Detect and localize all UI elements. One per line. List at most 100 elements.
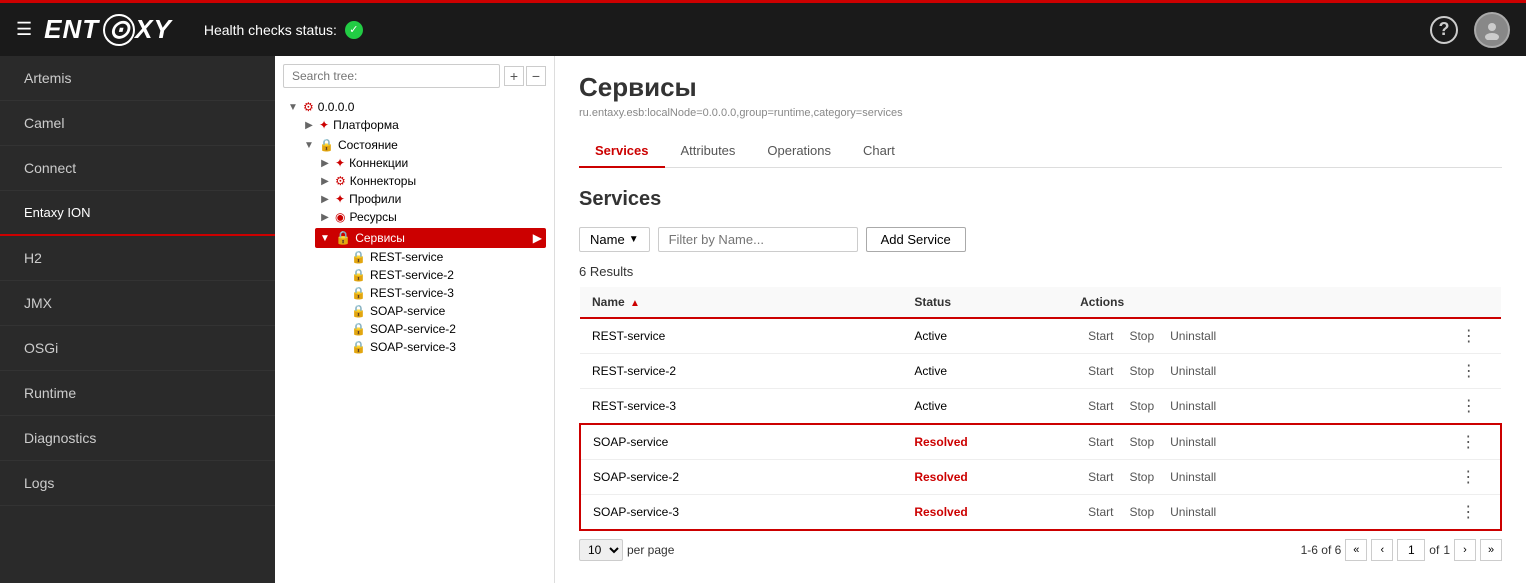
cell-more: ⋮ (1437, 424, 1502, 460)
sidebar-item-camel[interactable]: Camel (0, 101, 275, 146)
cell-status: Resolved (902, 495, 1068, 531)
action-start-button[interactable]: Start (1080, 327, 1121, 345)
more-icon[interactable]: ⋮ (1461, 363, 1477, 380)
more-icon[interactable]: ⋮ (1461, 328, 1477, 345)
table-row: REST-serviceActiveStartStopUninstall⋮ (580, 318, 1501, 354)
cell-name: SOAP-service-3 (580, 495, 902, 531)
action-uninstall-button[interactable]: Uninstall (1162, 362, 1224, 380)
tree-soap-service[interactable]: 🔒 SOAP-service (331, 302, 546, 320)
tree-root-chevron: ▼ (287, 102, 299, 113)
sidebar-item-logs[interactable]: Logs (0, 461, 275, 506)
col-status: Status (902, 287, 1068, 318)
cell-status: Resolved (902, 424, 1068, 460)
tab-services[interactable]: Services (579, 135, 665, 168)
tree-resursy-label: Ресурсы (349, 210, 396, 224)
health-checks: Health checks status: ✓ (204, 21, 363, 39)
tab-operations[interactable]: Operations (751, 135, 847, 168)
tree-resursy-chevron: ▶ (319, 212, 331, 223)
tree-sostoyanie-row[interactable]: ▼ 🔒 Состояние (299, 136, 546, 154)
action-start-button[interactable]: Start (1080, 503, 1121, 521)
sidebar-item-runtime[interactable]: Runtime (0, 371, 275, 416)
tree-search-bar: + − (283, 64, 546, 88)
table-row: REST-service-3ActiveStartStopUninstall⋮ (580, 389, 1501, 425)
tree-rest-service[interactable]: 🔒 REST-service (331, 248, 546, 266)
help-button[interactable]: ? (1430, 16, 1458, 44)
tree-resursy[interactable]: ▶ ◉ Ресурсы (315, 208, 546, 226)
name-dropdown-label: Name (590, 232, 625, 247)
table-row: SOAP-service-3Resolved StartStopUninstall… (580, 495, 1501, 531)
more-icon[interactable]: ⋮ (1460, 504, 1476, 521)
tree-search-input[interactable] (283, 64, 500, 88)
sidebar-item-osgi[interactable]: OSGi (0, 326, 275, 371)
action-stop-button[interactable]: Stop (1121, 362, 1162, 380)
pag-next-button[interactable]: › (1454, 539, 1476, 561)
cell-name: SOAP-service (580, 424, 902, 460)
sidebar-item-artemis[interactable]: Artemis (0, 56, 275, 101)
sidebar-item-connect[interactable]: Connect (0, 146, 275, 191)
tree-profili[interactable]: ▶ ✦ Профили (315, 190, 546, 208)
action-start-button[interactable]: Start (1080, 433, 1121, 451)
pag-first-button[interactable]: « (1345, 539, 1367, 561)
action-start-button[interactable]: Start (1080, 397, 1121, 415)
tree-platforma[interactable]: ▶ ✦ Платформа (299, 116, 546, 134)
tree-platforma-chevron: ▶ (303, 120, 315, 131)
cell-name: REST-service (580, 318, 902, 354)
tree-rest-service-2[interactable]: 🔒 REST-service-2 (331, 266, 546, 284)
action-stop-button[interactable]: Stop (1121, 503, 1162, 521)
sidebar-item-jmx[interactable]: JMX (0, 281, 275, 326)
pag-last-button[interactable]: » (1480, 539, 1502, 561)
tab-attributes[interactable]: Attributes (665, 135, 752, 168)
more-icon[interactable]: ⋮ (1460, 434, 1476, 451)
action-uninstall-button[interactable]: Uninstall (1162, 433, 1224, 451)
tree-soap-service-3[interactable]: 🔒 SOAP-service-3 (331, 338, 546, 356)
more-icon[interactable]: ⋮ (1461, 398, 1477, 415)
action-uninstall-button[interactable]: Uninstall (1162, 327, 1224, 345)
tree-konnektsii-icon: ✦ (335, 156, 345, 170)
tree-collapse-all-icon[interactable]: − (526, 66, 546, 86)
name-dropdown[interactable]: Name ▼ (579, 227, 650, 252)
pag-of-label: of (1429, 543, 1439, 557)
action-stop-button[interactable]: Stop (1121, 468, 1162, 486)
tree-rest-service-2-label: REST-service-2 (370, 268, 454, 282)
avatar[interactable] (1474, 12, 1510, 48)
sidebar-item-h2[interactable]: H2 (0, 236, 275, 281)
per-page-select[interactable]: 10 25 50 (579, 539, 623, 561)
action-uninstall-button[interactable]: Uninstall (1162, 397, 1224, 415)
tree-soap-service-2[interactable]: 🔒 SOAP-service-2 (331, 320, 546, 338)
more-icon[interactable]: ⋮ (1460, 469, 1476, 486)
filter-input[interactable] (658, 227, 858, 252)
table-body: REST-serviceActiveStartStopUninstall⋮RES… (580, 318, 1501, 530)
tree-servisy-row[interactable]: ▼ 🔒 Сервисы ▶ (315, 228, 546, 248)
page-input[interactable] (1397, 539, 1425, 561)
tree-root-row[interactable]: ▼ ⚙ 0.0.0.0 (283, 98, 546, 116)
sidebar-item-entaxy-ion[interactable]: Entaxy ION (0, 191, 275, 236)
menu-icon[interactable]: ☰ (16, 19, 32, 40)
action-stop-button[interactable]: Stop (1121, 397, 1162, 415)
tree-konnektsii[interactable]: ▶ ✦ Коннекции (315, 154, 546, 172)
action-uninstall-button[interactable]: Uninstall (1162, 503, 1224, 521)
tree-konnektory[interactable]: ▶ ⚙ Коннекторы (315, 172, 546, 190)
tab-chart[interactable]: Chart (847, 135, 911, 168)
action-start-button[interactable]: Start (1080, 362, 1121, 380)
action-uninstall-button[interactable]: Uninstall (1162, 468, 1224, 486)
tree-konnektory-label: Коннекторы (350, 174, 416, 188)
cell-name: SOAP-service-2 (580, 460, 902, 495)
tree-servisy: ▼ 🔒 Сервисы ▶ 🔒 REST-servic (315, 226, 546, 358)
pagination-controls: 1-6 of 6 « ‹ of 1 › » (1301, 539, 1502, 561)
action-stop-button[interactable]: Stop (1121, 433, 1162, 451)
tree-root-label: 0.0.0.0 (318, 100, 355, 114)
tree-expand-icons: + − (504, 66, 546, 86)
table-row: SOAP-serviceResolved StartStopUninstall ⋮ (580, 424, 1501, 460)
tree-sostoyanie-children: ▶ ✦ Коннекции ▶ ⚙ Коннекторы ▶ ✦ Про (299, 154, 546, 358)
col-name[interactable]: Name ▲ (580, 287, 902, 318)
cell-actions: StartStopUninstall (1068, 318, 1436, 354)
cell-status: Active (902, 354, 1068, 389)
tree-expand-all-icon[interactable]: + (504, 66, 524, 86)
tree-rest-service-3[interactable]: 🔒 REST-service-3 (331, 284, 546, 302)
sidebar-item-diagnostics[interactable]: Diagnostics (0, 416, 275, 461)
action-start-button[interactable]: Start (1080, 468, 1121, 486)
tree-servisy-children: 🔒 REST-service 🔒 REST-service-2 (315, 248, 546, 356)
add-service-button[interactable]: Add Service (866, 227, 966, 252)
action-stop-button[interactable]: Stop (1121, 327, 1162, 345)
pag-prev-button[interactable]: ‹ (1371, 539, 1393, 561)
